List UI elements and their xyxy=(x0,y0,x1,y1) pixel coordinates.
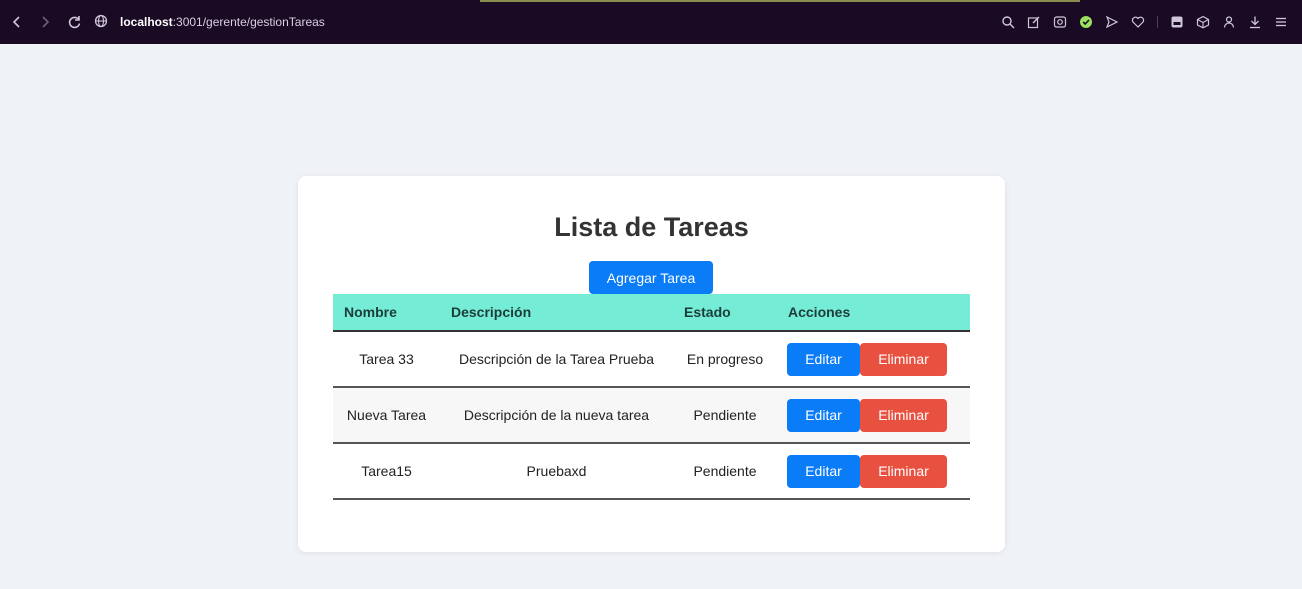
header-acciones: Acciones xyxy=(777,294,970,332)
forward-icon[interactable] xyxy=(34,11,56,33)
cell-estado: Pendiente xyxy=(673,443,777,500)
url-host: localhost xyxy=(120,15,173,29)
row-actions: Editar Eliminar xyxy=(777,398,970,432)
toolbar-icons xyxy=(997,0,1292,44)
cell-descripcion: Descripción de la nueva tarea xyxy=(440,387,673,444)
delete-button[interactable]: Eliminar xyxy=(860,342,947,376)
cell-nombre: Tarea15 xyxy=(333,443,440,500)
delete-button[interactable]: Eliminar xyxy=(860,454,947,488)
edit-button[interactable]: Editar xyxy=(787,342,860,376)
menu-icon[interactable] xyxy=(1270,11,1292,33)
cube-icon[interactable] xyxy=(1192,11,1214,33)
reload-icon[interactable] xyxy=(64,11,86,33)
delete-button[interactable]: Eliminar xyxy=(860,398,947,432)
search-icon[interactable] xyxy=(997,11,1019,33)
browser-toolbar: localhost:3001/gerente/gestionTareas xyxy=(0,0,1302,44)
edit-button[interactable]: Editar xyxy=(787,398,860,432)
header-descripcion: Descripción xyxy=(440,294,673,332)
task-table: Nombre Descripción Estado Acciones Tarea… xyxy=(333,294,970,500)
cell-estado: Pendiente xyxy=(673,387,777,444)
row-actions: Editar Eliminar xyxy=(777,342,970,376)
header-nombre: Nombre xyxy=(333,294,440,332)
task-list-card: Lista de Tareas Agregar Tarea Nombre Des… xyxy=(298,176,1005,552)
back-icon[interactable] xyxy=(6,11,28,33)
table-row: Tarea 33 Descripción de la Tarea Prueba … xyxy=(333,331,970,388)
page-title: Lista de Tareas xyxy=(554,212,749,242)
cell-nombre: Nueva Tarea xyxy=(333,387,440,444)
cell-descripcion: Descripción de la Tarea Prueba xyxy=(440,331,673,388)
send-icon[interactable] xyxy=(1101,11,1123,33)
table-header-row: Nombre Descripción Estado Acciones xyxy=(333,294,970,332)
cell-acciones: Editar Eliminar xyxy=(777,331,970,388)
cell-nombre: Tarea 33 xyxy=(333,331,440,388)
download-icon[interactable] xyxy=(1244,11,1266,33)
address-bar[interactable]: localhost:3001/gerente/gestionTareas xyxy=(94,14,325,31)
toolbar-accent-line xyxy=(480,0,1080,2)
cell-descripcion: Pruebaxd xyxy=(440,443,673,500)
bookmark-icon[interactable] xyxy=(1166,11,1188,33)
add-task-button[interactable]: Agregar Tarea xyxy=(589,261,713,294)
table-row: Nueva Tarea Descripción de la nueva tare… xyxy=(333,387,970,444)
edit-button[interactable]: Editar xyxy=(787,454,860,488)
user-icon[interactable] xyxy=(1218,11,1240,33)
header-estado: Estado xyxy=(673,294,777,332)
shield-icon[interactable] xyxy=(1075,11,1097,33)
camera-icon[interactable] xyxy=(1049,11,1071,33)
row-actions: Editar Eliminar xyxy=(777,454,970,488)
cell-estado: En progreso xyxy=(673,331,777,388)
cell-acciones: Editar Eliminar xyxy=(777,443,970,500)
cell-acciones: Editar Eliminar xyxy=(777,387,970,444)
edit-icon[interactable] xyxy=(1023,11,1045,33)
toolbar-separator xyxy=(1157,16,1158,28)
url-path: :3001/gerente/gestionTareas xyxy=(172,15,325,29)
globe-icon xyxy=(94,14,108,31)
heart-icon[interactable] xyxy=(1127,11,1149,33)
table-row: Tarea15 Pruebaxd Pendiente Editar Elimin… xyxy=(333,443,970,500)
